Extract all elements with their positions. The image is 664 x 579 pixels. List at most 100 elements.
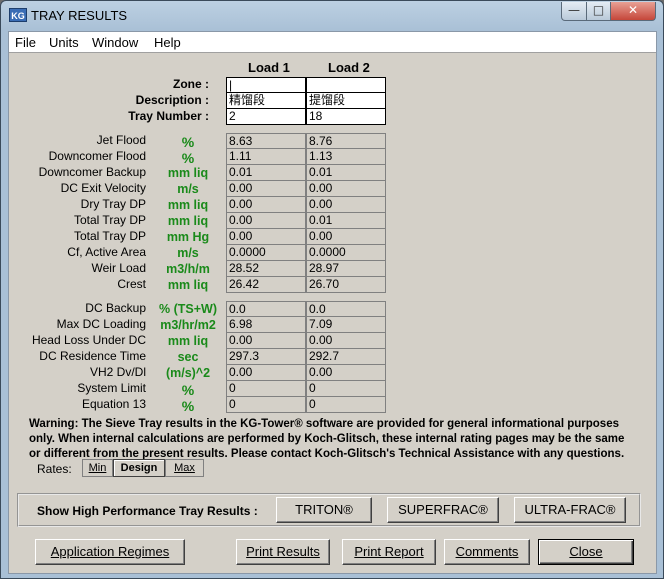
menu-window[interactable]: Window <box>92 35 138 50</box>
result-label: DC Backup <box>85 301 146 315</box>
load1-value: 6.98 <box>226 317 306 333</box>
rate-min-button[interactable]: Min <box>82 459 113 477</box>
result-label: Dry Tray DP <box>80 197 146 211</box>
load1-value: 0.00 <box>226 213 306 229</box>
load2-value: 1.13 <box>306 149 386 165</box>
result-label: Total Tray DP <box>73 229 146 243</box>
comments-label: Comments <box>455 544 519 559</box>
result-label: System Limit <box>77 381 146 395</box>
minimize-button[interactable]: — <box>561 2 587 21</box>
result-unit: mm liq <box>167 166 209 180</box>
print-report-label: Print Report <box>354 544 424 559</box>
close-window-button[interactable]: ✕ <box>610 2 656 21</box>
input-label: Description : <box>135 93 209 107</box>
load1-value: 0.01 <box>226 165 306 181</box>
title-bar[interactable]: KG TRAY RESULTS — □ ✕ <box>1 1 663 31</box>
load2-value: 292.7 <box>306 349 386 365</box>
close-button[interactable]: Close <box>538 539 634 565</box>
print-results-label: Print Results <box>246 544 320 559</box>
load1-value: 0.00 <box>226 333 306 349</box>
result-label: DC Residence Time <box>39 349 146 363</box>
result-unit: % <box>181 134 195 150</box>
warning-text: Warning: The Sieve Tray results in the K… <box>29 418 625 460</box>
comments-button[interactable]: Comments <box>444 539 530 565</box>
rate-design-button[interactable]: Design <box>113 459 165 477</box>
load2-value: 7.09 <box>306 317 386 333</box>
load2-value: 28.97 <box>306 261 386 277</box>
result-label: Max DC Loading <box>56 317 146 331</box>
load1-input[interactable]: 2 <box>226 109 306 125</box>
load2-value: 0.00 <box>306 229 386 245</box>
result-unit: % <box>181 382 195 398</box>
result-label: Equation 13 <box>81 397 146 411</box>
print-report-button[interactable]: Print Report <box>342 539 436 565</box>
ultrafrac-label: ULTRA-FRAC® <box>524 502 616 517</box>
input-label: Zone : <box>173 77 209 91</box>
result-unit: m3/hr/m2 <box>160 318 216 332</box>
result-unit: % <box>181 398 195 414</box>
superfrac-button[interactable]: SUPERFRAC® <box>387 497 499 523</box>
load2-value: 8.76 <box>306 133 386 149</box>
rates-label: Rates: <box>37 462 72 476</box>
result-label: Downcomer Backup <box>38 165 146 179</box>
menu-file[interactable]: File <box>15 35 36 50</box>
load1-input[interactable]: | <box>226 77 306 93</box>
load1-value: 8.63 <box>226 133 306 149</box>
load2-input[interactable]: 18 <box>306 109 386 125</box>
load1-value: 0.00 <box>226 229 306 245</box>
maximize-icon: □ <box>592 3 605 17</box>
load2-value: 0 <box>306 381 386 397</box>
result-unit: sec <box>177 350 199 364</box>
menu-units[interactable]: Units <box>49 35 79 50</box>
rate-max-button[interactable]: Max <box>165 459 204 477</box>
maximize-button[interactable]: □ <box>586 2 611 21</box>
triton-label: TRITON® <box>295 502 353 517</box>
load2-input[interactable] <box>306 77 386 93</box>
result-label: Head Loss Under DC <box>31 333 146 347</box>
window-title: TRAY RESULTS <box>31 8 128 23</box>
load2-value: 0.00 <box>306 197 386 213</box>
load2-value: 0.0000 <box>306 245 386 261</box>
menu-help[interactable]: Help <box>154 35 181 50</box>
load1-value: 0.0000 <box>226 245 306 261</box>
ultrafrac-button[interactable]: ULTRA-FRAC® <box>514 497 626 523</box>
load1-value: 0 <box>226 381 306 397</box>
load1-input[interactable]: 精馏段 <box>226 93 306 109</box>
result-label: Crest <box>117 277 146 291</box>
load2-value: 26.70 <box>306 277 386 293</box>
print-results-button[interactable]: Print Results <box>236 539 330 565</box>
rate-design-label: Design <box>120 462 158 474</box>
triton-button[interactable]: TRITON® <box>276 497 372 523</box>
load2-value: 0.00 <box>306 333 386 349</box>
load2-value: 0.01 <box>306 213 386 229</box>
load1-value: 0.00 <box>226 181 306 197</box>
result-unit: m3/h/m <box>166 262 210 276</box>
load2-input[interactable]: 提馏段 <box>306 93 386 109</box>
result-unit: m/s <box>177 182 199 196</box>
application-regimes-button[interactable]: Application Regimes <box>35 539 185 565</box>
tray-results-window: KG TRAY RESULTS — □ ✕ File Units Window … <box>0 0 664 579</box>
kg-app-icon: KG <box>9 8 27 22</box>
superfrac-label: SUPERFRAC® <box>398 502 488 517</box>
close-label: Close <box>569 544 603 559</box>
result-label: Jet Flood <box>96 133 146 147</box>
result-unit: m/s <box>177 246 199 260</box>
high-performance-label: Show High Performance Tray Results : <box>37 504 258 518</box>
load1-value: 26.42 <box>226 277 306 293</box>
menu-bar: File Units Window Help <box>9 32 656 52</box>
load1-value: 1.11 <box>226 149 306 165</box>
load1-value: 0.00 <box>226 197 306 213</box>
result-unit: mm Hg <box>166 230 210 244</box>
load1-value: 28.52 <box>226 261 306 277</box>
load2-value: 0.00 <box>306 365 386 381</box>
result-unit: (m/s)^2 <box>165 366 211 380</box>
results-panel: Load 1 Load 2 Zone : | Description : 精馏段 提馏段… <box>9 52 656 573</box>
result-label: VH2 Dv/Dl <box>89 365 146 379</box>
client-area: File Units Window Help Load 1 Load 2 Zon… <box>8 31 657 574</box>
load1-value: 0 <box>226 397 306 413</box>
load2-value: 0 <box>306 397 386 413</box>
application-regimes-label: Application Regimes <box>50 544 170 559</box>
load1-value: 0.00 <box>226 365 306 381</box>
column-header-load1: Load 1 <box>248 60 290 75</box>
load1-value: 0.0 <box>226 301 306 317</box>
